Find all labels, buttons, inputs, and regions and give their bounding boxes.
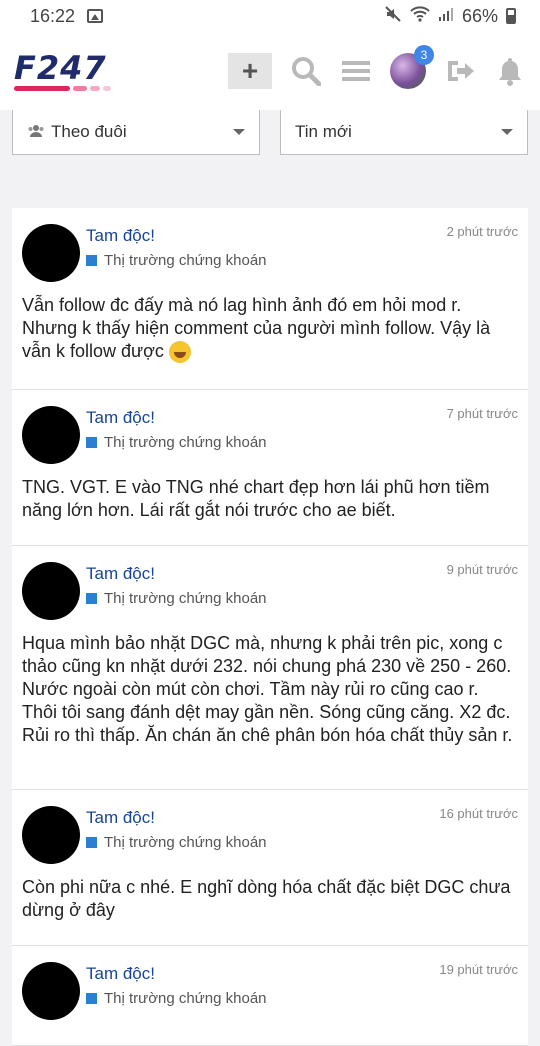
author-name[interactable]: Tam độc! bbox=[86, 564, 267, 584]
author-avatar[interactable] bbox=[22, 224, 80, 282]
post-content: Còn phi nữa c nhé. E nghĩ dòng hóa chất … bbox=[22, 877, 511, 920]
new-post-button[interactable]: + bbox=[228, 53, 272, 89]
status-bar: 16:22 66% bbox=[0, 0, 540, 32]
battery-percent: 66% bbox=[461, 5, 498, 26]
forum-tag[interactable]: Thị trường chứng khoán bbox=[86, 434, 267, 451]
user-avatar-button[interactable]: 3 bbox=[390, 45, 434, 89]
post-feed: Tam độc! Thị trường chứng khoán 2 phút t… bbox=[12, 208, 528, 1046]
status-time: 16:22 bbox=[30, 5, 76, 26]
mute-icon bbox=[384, 5, 402, 28]
gallery-notification-icon bbox=[87, 9, 104, 23]
forum-name: Thị trường chứng khoán bbox=[104, 434, 267, 451]
forum-name: Thị trường chứng khoán bbox=[104, 834, 267, 851]
forum-name: Thị trường chứng khoán bbox=[104, 252, 267, 269]
forum-color-icon bbox=[86, 993, 97, 1004]
author-avatar[interactable] bbox=[22, 562, 80, 620]
post-card[interactable]: Tam độc! Thị trường chứng khoán 7 phút t… bbox=[12, 390, 528, 546]
author-name[interactable]: Tam độc! bbox=[86, 964, 267, 984]
notification-count-badge: 3 bbox=[414, 45, 434, 65]
author-avatar[interactable] bbox=[22, 406, 80, 464]
post-content: TNG. VGT. E vào TNG nhé chart đẹp hơn lá… bbox=[22, 477, 490, 520]
forum-tag[interactable]: Thị trường chứng khoán bbox=[86, 252, 267, 269]
battery-icon bbox=[506, 8, 516, 24]
logo-underline bbox=[14, 85, 111, 91]
author-name[interactable]: Tam độc! bbox=[86, 226, 267, 246]
post-time: 2 phút trước bbox=[446, 224, 518, 239]
post-card[interactable]: Tam độc! Thị trường chứng khoán 2 phút t… bbox=[12, 208, 528, 390]
logout-icon[interactable] bbox=[444, 55, 476, 87]
author-name[interactable]: Tam độc! bbox=[86, 408, 267, 428]
post-time: 19 phút trước bbox=[439, 962, 518, 977]
status-icons: 66% bbox=[384, 5, 516, 28]
bell-icon[interactable] bbox=[494, 55, 526, 87]
wifi-icon bbox=[410, 5, 430, 27]
follow-filter-select[interactable]: Theo đuôi bbox=[12, 110, 260, 155]
post-card[interactable]: Tam độc! Thị trường chứng khoán 9 phút t… bbox=[12, 546, 528, 790]
post-text: Vẫn follow đc đấy mà nó lag hình ảnh đó … bbox=[22, 295, 491, 361]
forum-color-icon bbox=[86, 837, 97, 848]
forum-name: Thị trường chứng khoán bbox=[104, 990, 267, 1007]
logo-text: F247 bbox=[14, 48, 107, 87]
signal-icon bbox=[438, 6, 454, 27]
sort-label: Tin mới bbox=[295, 122, 352, 141]
forum-name: Thị trường chứng khoán bbox=[104, 590, 267, 607]
search-icon[interactable] bbox=[290, 55, 322, 87]
filter-bar: Theo đuôi Tin mới bbox=[0, 110, 540, 156]
app-header: F247 + 3 bbox=[0, 32, 540, 110]
forum-color-icon bbox=[86, 437, 97, 448]
forum-color-icon bbox=[86, 593, 97, 604]
post-content: Hqua mình bảo nhặt DGC mà, nhưng k phải … bbox=[22, 633, 513, 745]
post-card[interactable]: Tam độc! Thị trường chứng khoán 16 phút … bbox=[12, 790, 528, 946]
menu-icon[interactable] bbox=[340, 55, 372, 87]
follow-filter-label: Theo đuôi bbox=[51, 122, 127, 141]
forum-tag[interactable]: Thị trường chứng khoán bbox=[86, 590, 267, 607]
sort-select[interactable]: Tin mới bbox=[280, 110, 528, 155]
author-name[interactable]: Tam độc! bbox=[86, 808, 267, 828]
forum-tag[interactable]: Thị trường chứng khoán bbox=[86, 834, 267, 851]
forum-color-icon bbox=[86, 255, 97, 266]
chevron-down-icon bbox=[501, 129, 513, 135]
users-icon bbox=[27, 124, 45, 141]
author-avatar[interactable] bbox=[22, 806, 80, 864]
post-time: 7 phút trước bbox=[446, 406, 518, 421]
post-time: 9 phút trước bbox=[446, 562, 518, 577]
post-time: 16 phút trước bbox=[439, 806, 518, 821]
post-content: Vẫn follow đc đấy mà nó lag hình ảnh đó … bbox=[22, 294, 518, 364]
f247-logo[interactable]: F247 bbox=[14, 52, 111, 91]
header-actions: + 3 bbox=[228, 45, 526, 89]
rolling-laugh-emoji-icon bbox=[168, 341, 191, 364]
forum-tag[interactable]: Thị trường chứng khoán bbox=[86, 990, 267, 1007]
author-avatar[interactable] bbox=[22, 962, 80, 1020]
chevron-down-icon bbox=[233, 129, 245, 135]
post-card[interactable]: Tam độc! Thị trường chứng khoán 19 phút … bbox=[12, 946, 528, 1046]
